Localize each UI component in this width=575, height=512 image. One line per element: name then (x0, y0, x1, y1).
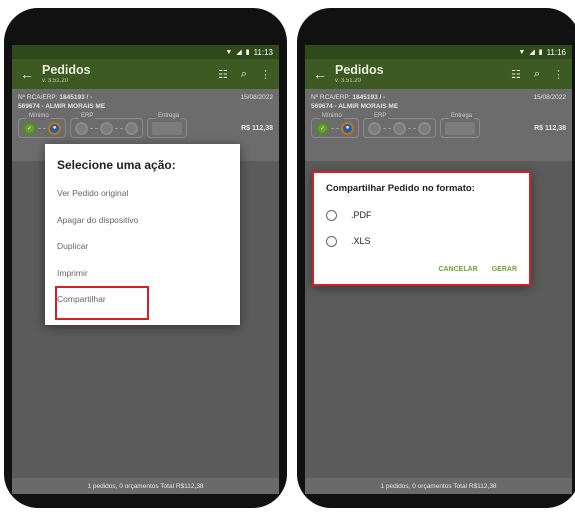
format-option-pdf-label: .PDF (351, 210, 372, 220)
step-circle-icon (368, 121, 381, 135)
delivery-box-icon (445, 121, 475, 135)
step-minimo-label: Mínimo (320, 113, 344, 119)
share-format-title: Compartilhar Pedido no formato: (326, 183, 475, 194)
step-connector (331, 127, 339, 129)
action-view-original[interactable]: Ver Pedido original (57, 180, 228, 207)
step-connector (90, 127, 98, 129)
order-customer: 569674 - ALMIR MORAIS ME (18, 103, 106, 110)
order-steps: Mínimo ✓ ● ERP Entrega R$ 112,38 (311, 113, 566, 138)
dialog-buttons: CANCELAR GERAR (438, 266, 517, 273)
share-format-dialog: Compartilhar Pedido no formato: .PDF .XL… (312, 171, 531, 286)
step-erp: ERP (70, 113, 143, 138)
cancel-button[interactable]: CANCELAR (438, 266, 477, 273)
order-customer: 569674 - ALMIR MORAIS ME (311, 103, 399, 110)
step-entrega-label: Entrega (449, 113, 475, 119)
battery-icon: ▮ (538, 48, 543, 56)
order-date: 15/08/2022 (240, 94, 273, 101)
step-entrega: Entrega (147, 113, 187, 138)
step-connector (115, 127, 123, 129)
step-connector (408, 127, 416, 129)
action-dialog: Selecione uma ação: Ver Pedido original … (45, 144, 240, 325)
search-icon[interactable]: ⌕ (534, 68, 540, 81)
app-version: v. 3.51.20 (42, 78, 68, 85)
step-circle-icon (100, 121, 113, 135)
page-title: Pedidos (335, 62, 384, 77)
step-erp-label: ERP (372, 113, 389, 119)
action-print[interactable]: Imprimir (57, 260, 228, 287)
format-option-pdf[interactable]: .PDF (326, 202, 517, 228)
check-circle-icon: ✓ (23, 121, 36, 135)
step-erp-label: ERP (79, 113, 96, 119)
summary-footer: 1 pedidos, 0 orçamentos Total R$112,38 (12, 478, 279, 494)
action-duplicate[interactable]: Duplicar (57, 233, 228, 260)
wifi-icon: ▼ (518, 48, 526, 56)
summary-footer: 1 pedidos, 0 orçamentos Total R$112,38 (305, 478, 572, 494)
status-bar: ▼ ◢ ▮ 11:13 (12, 45, 279, 59)
app-bar: ← Pedidos v. 3.51.20 ☷ ⌕ ⋮ (305, 59, 572, 89)
signal-icon: ◢ (529, 48, 535, 56)
back-arrow-icon[interactable]: ← (313, 66, 335, 82)
step-minimo-label: Mínimo (27, 113, 51, 119)
order-card[interactable]: Nº RCA/ERP: 1845193 / - 15/08/2022 56967… (305, 89, 572, 161)
action-share[interactable]: Compartilhar (55, 286, 228, 320)
wifi-icon: ▼ (225, 48, 233, 56)
back-arrow-icon[interactable]: ← (20, 66, 42, 82)
action-delete[interactable]: Apagar do dispositivo (57, 207, 228, 234)
page-title: Pedidos (42, 62, 91, 77)
order-rca: Nº RCA/ERP: 1845193 / - (311, 94, 385, 101)
search-icon[interactable]: ⌕ (241, 68, 247, 81)
lock-icon: ● (48, 121, 61, 135)
step-minimo: Mínimo ✓ ● (311, 113, 359, 138)
generate-button[interactable]: GERAR (492, 266, 517, 273)
rca-number: 1845193 / - (352, 94, 386, 101)
lock-icon: ● (341, 121, 354, 135)
rca-label: Nº RCA/ERP: (18, 94, 60, 101)
step-circle-icon (393, 121, 406, 135)
filter-icon[interactable]: ☷ (218, 68, 228, 81)
rca-number: 1845193 / - (59, 94, 93, 101)
order-date: 15/08/2022 (533, 94, 566, 101)
more-vertical-icon[interactable]: ⋮ (260, 68, 271, 81)
rca-label: Nº RCA/ERP: (311, 94, 353, 101)
battery-icon: ▮ (245, 48, 250, 56)
app-bar-titles: Pedidos v. 3.51.20 (335, 64, 511, 85)
step-entrega-label: Entrega (156, 113, 182, 119)
order-header: Nº RCA/ERP: 1845193 / - 15/08/2022 (18, 94, 273, 101)
check-circle-icon: ✓ (316, 121, 329, 135)
app-bar-actions: ☷ ⌕ ⋮ (511, 68, 564, 81)
delivery-box-icon (152, 121, 182, 135)
app-bar: ← Pedidos v. 3.51.20 ☷ ⌕ ⋮ (12, 59, 279, 89)
step-circle-icon (75, 121, 88, 135)
app-version: v. 3.51.20 (335, 78, 361, 85)
order-steps: Mínimo ✓ ● ERP Entrega R$ 112,38 (18, 113, 273, 138)
status-time: 11:16 (546, 47, 566, 57)
step-connector (383, 127, 391, 129)
step-entrega: Entrega (440, 113, 480, 138)
step-circle-icon (125, 121, 138, 135)
phone-right: ▼ ◢ ▮ 11:16 ← Pedidos v. 3.51.20 ☷ ⌕ ⋮ N… (297, 8, 575, 508)
filter-icon[interactable]: ☷ (511, 68, 521, 81)
status-time: 11:13 (253, 47, 273, 57)
order-amount: R$ 112,38 (534, 124, 566, 132)
step-erp: ERP (363, 113, 436, 138)
status-bar: ▼ ◢ ▮ 11:16 (305, 45, 572, 59)
step-circle-icon (418, 121, 431, 135)
order-rca: Nº RCA/ERP: 1845193 / - (18, 94, 92, 101)
action-dialog-title: Selecione uma ação: (57, 158, 176, 172)
format-option-xls-label: .XLS (351, 236, 371, 246)
app-bar-titles: Pedidos v. 3.51.20 (42, 64, 218, 85)
order-amount: R$ 112,38 (241, 124, 273, 132)
order-header: Nº RCA/ERP: 1845193 / - 15/08/2022 (311, 94, 566, 101)
signal-icon: ◢ (236, 48, 242, 56)
step-connector (38, 127, 46, 129)
more-vertical-icon[interactable]: ⋮ (553, 68, 564, 81)
radio-unchecked-icon[interactable] (326, 209, 337, 221)
format-option-xls[interactable]: .XLS (326, 228, 517, 254)
step-minimo: Mínimo ✓ ● (18, 113, 66, 138)
radio-unchecked-icon[interactable] (326, 235, 337, 247)
phone-left: ▼ ◢ ▮ 11:13 ← Pedidos v. 3.51.20 ☷ ⌕ ⋮ N… (4, 8, 287, 508)
app-bar-actions: ☷ ⌕ ⋮ (218, 68, 271, 81)
